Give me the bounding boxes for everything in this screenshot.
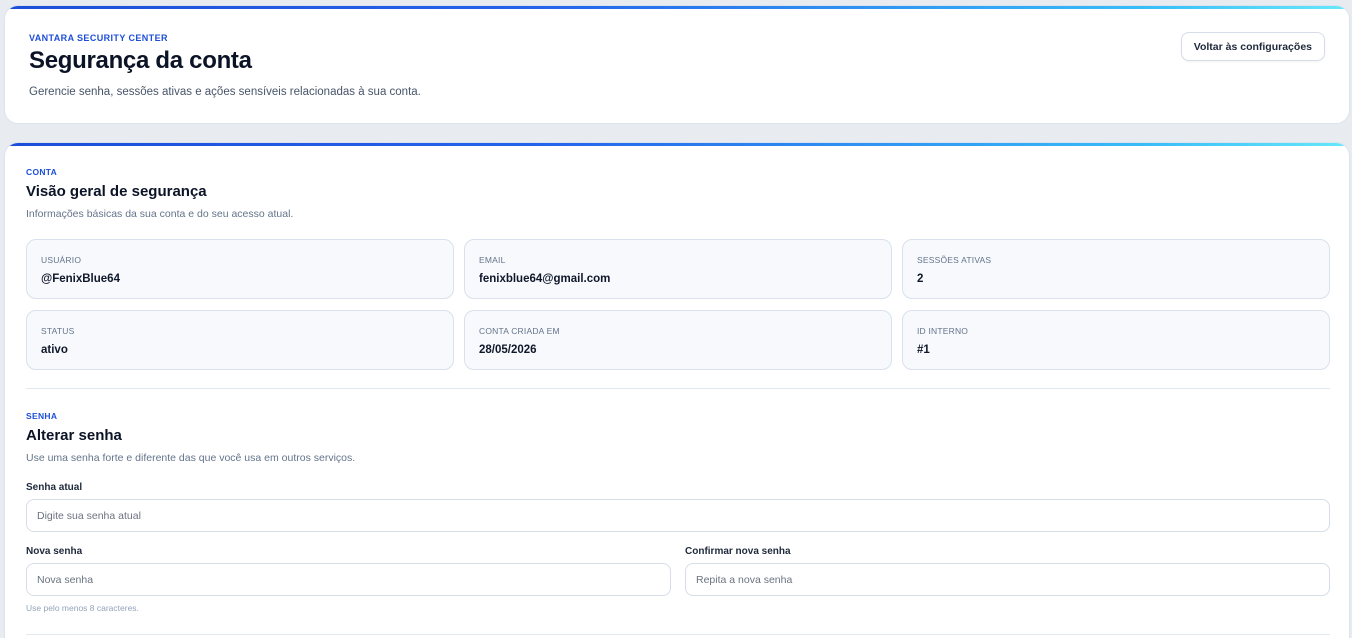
new-password-input[interactable]	[26, 563, 671, 596]
info-card-username: USUÁRIO @FenixBlue64	[26, 239, 454, 299]
info-card-created-at: CONTA CRIADA EM 28/05/2026	[464, 310, 892, 370]
overview-description: Informações básicas da sua conta e do se…	[26, 208, 294, 220]
info-card-email: EMAIL fenixblue64@gmail.com	[464, 239, 892, 299]
password-section-header: SENHA Alterar senha Use uma senha forte …	[26, 411, 1328, 464]
info-label: CONTA CRIADA EM	[479, 326, 560, 336]
info-card-internal-id: ID INTERNO #1	[902, 310, 1330, 370]
info-value: fenixblue64@gmail.com	[479, 273, 611, 285]
info-label: SESSÕES ATIVAS	[917, 255, 992, 265]
info-value: @FenixBlue64	[41, 273, 120, 285]
header-accent-bar	[5, 6, 1349, 9]
info-value: #1	[917, 344, 930, 356]
security-main-card: CONTA Visão geral de segurança Informaçõ…	[4, 142, 1350, 638]
info-label: EMAIL	[479, 255, 506, 265]
confirm-password-input[interactable]	[685, 563, 1330, 596]
password-description: Use uma senha forte e diferente das que …	[26, 452, 356, 464]
page-subtitle: Gerencie senha, sessões ativas e ações s…	[29, 86, 421, 98]
current-password-input[interactable]	[26, 499, 1330, 532]
overview-eyebrow: CONTA	[26, 167, 58, 177]
back-to-settings-button[interactable]: Voltar às configurações	[1180, 32, 1325, 61]
page-title: Segurança da conta	[29, 47, 252, 74]
overview-title: Visão geral de segurança	[26, 183, 207, 200]
info-value: ativo	[41, 344, 68, 356]
info-label: ID INTERNO	[917, 326, 969, 336]
new-password-label: Nova senha	[26, 546, 83, 557]
info-label: USUÁRIO	[41, 255, 82, 265]
overview-section-header: CONTA Visão geral de segurança Informaçõ…	[26, 167, 1328, 220]
info-card-active-sessions: SESSÕES ATIVAS 2	[902, 239, 1330, 299]
current-password-label: Senha atual	[26, 482, 83, 493]
password-eyebrow: SENHA	[26, 411, 58, 421]
brand-eyebrow: VANTARA SECURITY CENTER	[29, 33, 168, 43]
confirm-password-label: Confirmar nova senha	[685, 546, 791, 557]
main-accent-bar	[5, 143, 1349, 146]
info-label: STATUS	[41, 326, 75, 336]
section-divider	[26, 388, 1330, 389]
info-value: 28/05/2026	[479, 344, 537, 356]
password-title: Alterar senha	[26, 427, 122, 444]
account-info-grid: USUÁRIO @FenixBlue64 EMAIL fenixblue64@g…	[26, 239, 1330, 370]
header-card: VANTARA SECURITY CENTER Segurança da con…	[4, 5, 1350, 124]
password-hint: Use pelo menos 8 caracteres.	[26, 603, 139, 613]
section-divider	[26, 634, 1330, 635]
info-value: 2	[917, 273, 924, 285]
info-card-status: STATUS ativo	[26, 310, 454, 370]
